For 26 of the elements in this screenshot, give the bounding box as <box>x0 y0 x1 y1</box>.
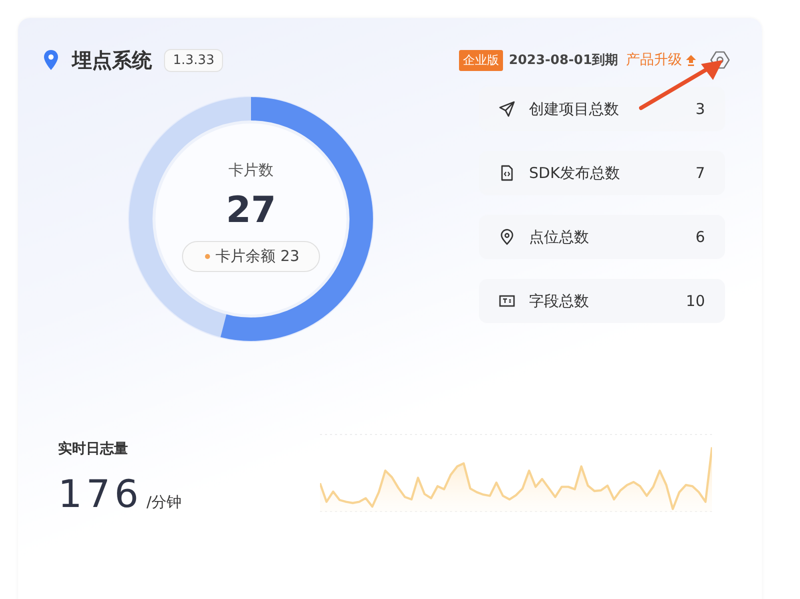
stat-value: 6 <box>695 228 705 246</box>
version-tag: 1.3.33 <box>164 48 224 72</box>
text-field-icon <box>499 293 515 309</box>
upgrade-arrow-icon <box>686 54 696 66</box>
upgrade-link[interactable]: 产品升级 <box>626 51 682 69</box>
location-pin-icon <box>44 50 58 70</box>
card-balance-pill: 卡片余额 23 <box>182 240 320 272</box>
code-file-icon <box>499 165 515 181</box>
settings-icon[interactable] <box>710 50 730 70</box>
card-count-label: 卡片数 <box>228 160 274 180</box>
stat-label: 点位总数 <box>529 228 590 246</box>
app-title: 埋点系统 <box>72 46 152 74</box>
stat-value: 7 <box>695 164 705 182</box>
log-volume-value: 176 <box>58 472 143 516</box>
stat-label: SDK发布总数 <box>529 164 621 182</box>
log-volume-title: 实时日志量 <box>58 440 129 458</box>
location-pin-icon <box>499 229 515 245</box>
expiry-date: 2023-08-01到期 <box>508 52 618 69</box>
stat-label: 创建项目总数 <box>529 100 620 118</box>
log-volume-unit: /分钟 <box>146 493 182 512</box>
card-count-value: 27 <box>226 190 276 230</box>
stat-value: 10 <box>686 292 705 310</box>
edition-badge: 企业版 <box>458 50 503 70</box>
stat-value: 3 <box>695 100 705 118</box>
paper-plane-icon <box>499 101 515 117</box>
stat-label: 字段总数 <box>529 292 590 310</box>
